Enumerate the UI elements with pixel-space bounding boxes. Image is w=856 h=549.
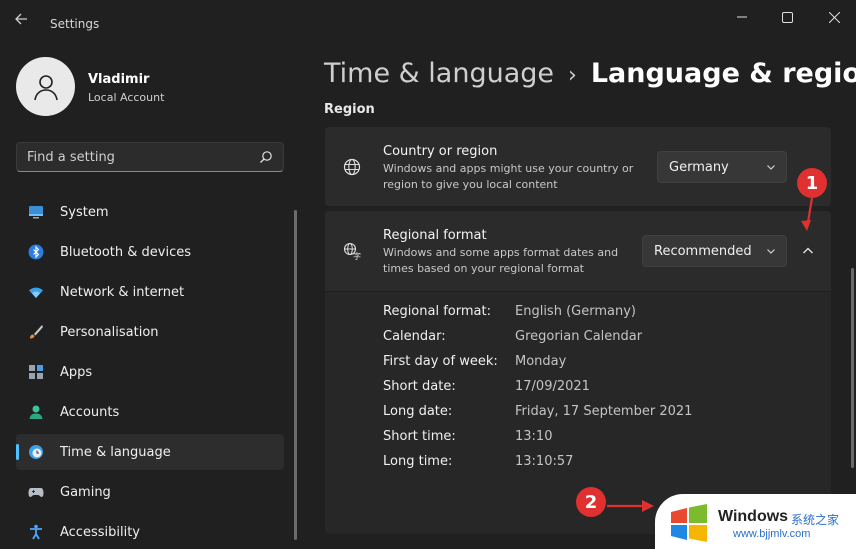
annotation-badge-2: 2 [576, 487, 606, 517]
watermark-brand: Windows [718, 508, 789, 525]
windows-logo-icon [671, 504, 707, 542]
annotation-arrows [607, 197, 814, 512]
annotation-badge-1: 1 [797, 168, 827, 198]
watermark: Windows 系统之家 www.bjjmlv.com [655, 494, 856, 549]
watermark-url: www.bjjmlv.com [733, 528, 811, 540]
watermark-cn-text: 系统之家 [791, 513, 840, 527]
